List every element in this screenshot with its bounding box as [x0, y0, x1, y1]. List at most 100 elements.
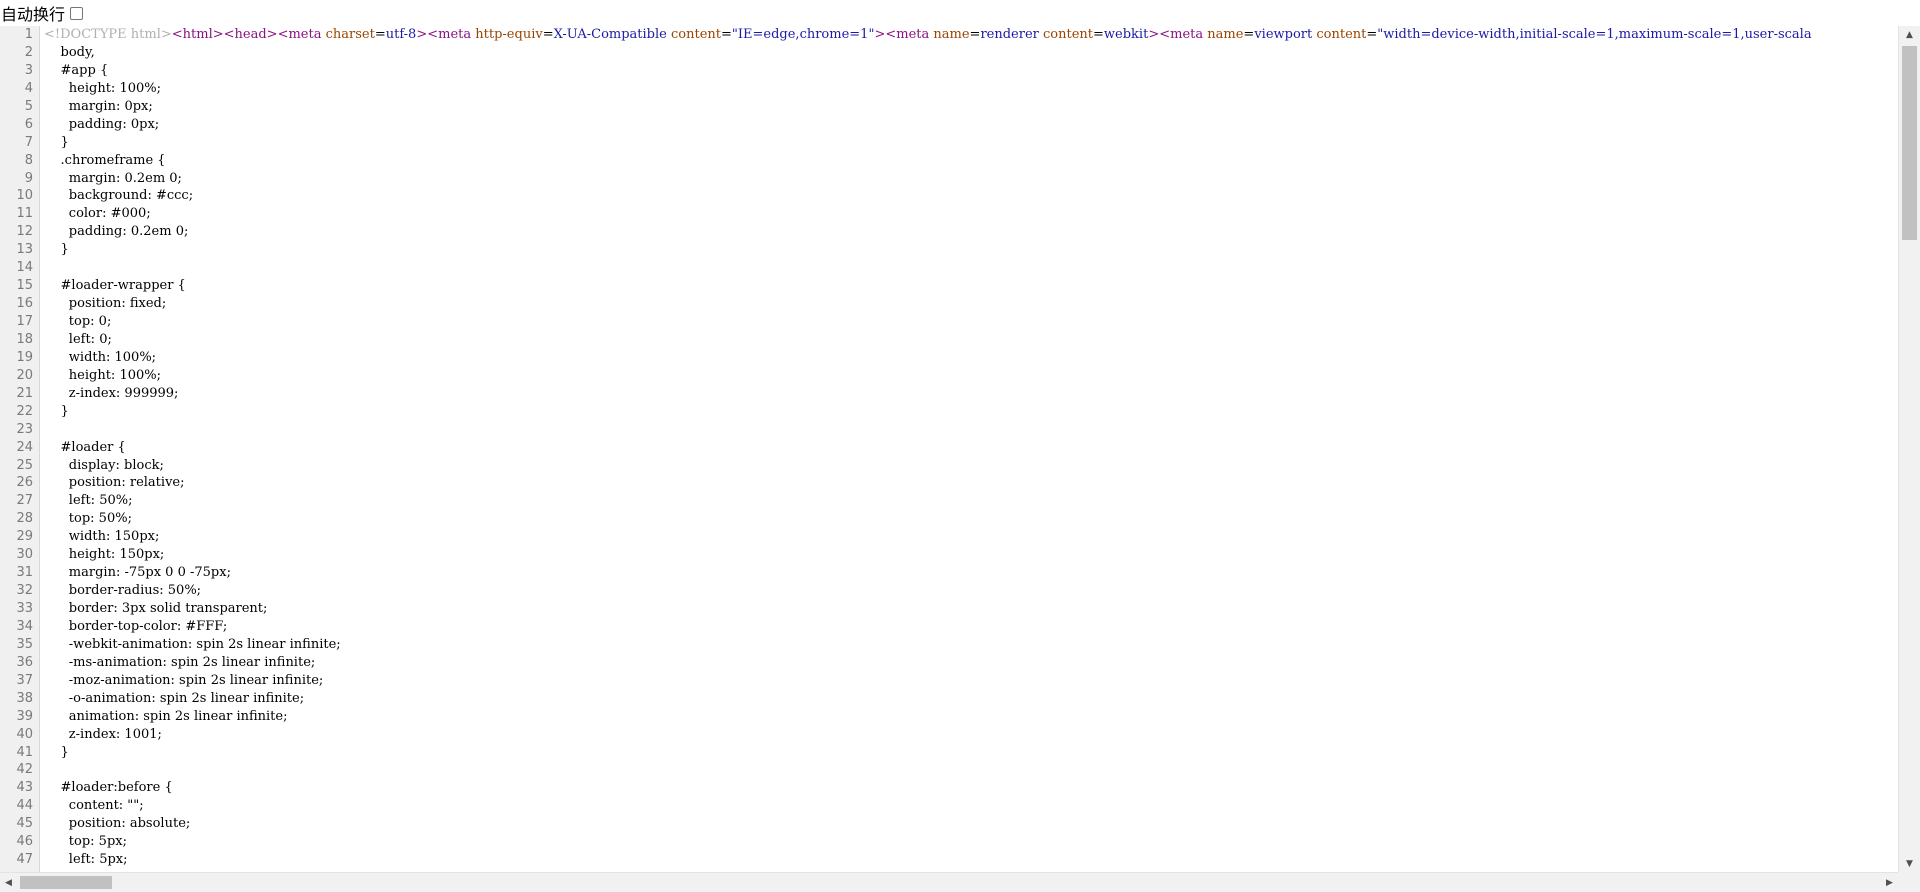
source-line: 47 left: 5px;: [0, 851, 1898, 869]
code-token: <head>: [223, 27, 278, 42]
line-text: height: 100%;: [44, 367, 161, 383]
line-number: 14: [16, 260, 33, 276]
line-number: 45: [16, 816, 33, 832]
line-number: 21: [16, 385, 33, 401]
line-number: 17: [16, 314, 33, 329]
source-line: 32 border-radius: 50%;: [0, 582, 1898, 600]
line-text: }: [44, 242, 69, 258]
line-text: -o-animation: spin 2s linear infinite;: [44, 690, 305, 706]
source-line: 40 z-index: 1001;: [0, 726, 1898, 744]
line-text: border: 3px solid transparent;: [44, 601, 268, 616]
line-number: 23: [16, 421, 33, 437]
word-wrap-checkbox[interactable]: [70, 6, 84, 20]
scroll-left-arrow-icon[interactable]: ◀: [0, 873, 17, 892]
line-number: 20: [16, 367, 33, 383]
line-text: #loader {: [44, 439, 126, 455]
line-number: 47: [16, 852, 33, 868]
line-text: #app {: [44, 62, 109, 78]
line-number: 11: [16, 206, 33, 222]
line-number: 37: [16, 672, 33, 688]
line-number: 29: [16, 529, 33, 545]
line-number: 1: [24, 27, 33, 42]
source-line: 35 -webkit-animation: spin 2s linear inf…: [0, 636, 1898, 654]
line-number: 5: [24, 98, 33, 114]
line-text: color: #000;: [44, 206, 151, 222]
scroll-up-arrow-icon[interactable]: ▲: [1899, 26, 1920, 43]
horizontal-scroll-thumb[interactable]: [20, 876, 112, 889]
line-text: .chromeframe {: [44, 152, 166, 168]
source-line: 36 -ms-animation: spin 2s linear infinit…: [0, 654, 1898, 672]
line-text: margin: 0.2em 0;: [44, 170, 182, 186]
line-text: padding: 0.2em 0;: [44, 224, 189, 240]
line-text: #loader-wrapper {: [44, 278, 186, 294]
code-token: <html>: [171, 27, 224, 42]
scroll-down-arrow-icon[interactable]: ▼: [1899, 855, 1920, 872]
line-number: 10: [16, 188, 33, 204]
code-token: content: [1043, 27, 1093, 42]
source-line: 30 height: 150px;: [0, 546, 1898, 564]
source-line: 7 }: [0, 134, 1898, 152]
source-line: 6 padding: 0px;: [0, 116, 1898, 134]
line-number: 32: [16, 583, 33, 599]
source-line: 4 height: 100%;: [0, 80, 1898, 98]
scroll-right-arrow-icon[interactable]: ▶: [1881, 873, 1898, 892]
line-text: <!DOCTYPE html><html><head><meta charset…: [44, 26, 1812, 44]
scrollbar-corner: [1898, 872, 1920, 892]
source-line: 21 z-index: 999999;: [0, 385, 1898, 403]
line-number: 26: [16, 475, 33, 491]
line-text: border-top-color: #FFF;: [44, 618, 228, 634]
line-number: 42: [16, 762, 33, 778]
line-number: 36: [16, 654, 33, 670]
code-token: utf-8: [385, 27, 417, 42]
source-line: 37 -moz-animation: spin 2s linear infini…: [0, 672, 1898, 690]
source-line: 5 margin: 0px;: [0, 98, 1898, 116]
line-number: 2: [24, 44, 33, 60]
code-token: =: [1093, 27, 1104, 42]
word-wrap-label: 自动换行: [1, 5, 66, 24]
line-text: width: 100%;: [44, 349, 157, 365]
line-number: 39: [16, 708, 33, 724]
source-line: 3 #app {: [0, 62, 1898, 80]
line-text: }: [44, 134, 69, 150]
line-text: content: "";: [44, 798, 144, 814]
code-token: =: [1243, 27, 1255, 42]
code-token: X-UA-Compatible: [553, 27, 667, 42]
vertical-scrollbar[interactable]: ▲ ▼: [1898, 26, 1920, 872]
line-number: 24: [16, 439, 33, 455]
toolbar: 自动换行: [0, 0, 1920, 26]
code-token: <meta: [885, 27, 934, 42]
code-token: =: [374, 27, 386, 42]
source-line: 26 position: relative;: [0, 474, 1898, 492]
line-text: height: 100%;: [44, 80, 161, 96]
vertical-scroll-thumb[interactable]: [1902, 46, 1917, 240]
doctype-token: <!DOCTYPE html>: [44, 27, 172, 42]
line-text: margin: 0px;: [44, 98, 153, 114]
source-line: 22 }: [0, 403, 1898, 421]
source-line: 43 #loader:before {: [0, 779, 1898, 797]
source-line: 27 left: 50%;: [0, 492, 1898, 510]
line-number: 7: [24, 134, 33, 150]
line-number: 33: [16, 601, 33, 616]
horizontal-scrollbar[interactable]: ◀ ▶: [0, 872, 1898, 892]
source-line: 2 body,: [0, 44, 1898, 62]
line-number: 8: [24, 152, 33, 168]
line-text: body,: [44, 44, 95, 60]
line-text: position: fixed;: [44, 296, 167, 312]
line-text: left: 5px;: [44, 852, 128, 868]
source-line: 13 }: [0, 241, 1898, 259]
line-number: 34: [16, 618, 33, 634]
line-number: 6: [24, 116, 33, 132]
line-text: -webkit-animation: spin 2s linear infini…: [44, 636, 341, 652]
source-line: 46 top: 5px;: [0, 833, 1898, 851]
source-line: 39 animation: spin 2s linear infinite;: [0, 708, 1898, 726]
code-token: http-equiv: [475, 27, 543, 42]
source-line: 34 border-top-color: #FFF;: [0, 618, 1898, 636]
line-text: background: #ccc;: [44, 188, 194, 204]
source-line: 44 content: "";: [0, 797, 1898, 815]
line-number: 31: [16, 565, 33, 581]
line-number: 18: [16, 331, 33, 347]
source-line: 9 margin: 0.2em 0;: [0, 170, 1898, 188]
line-text: left: 50%;: [44, 493, 133, 509]
code-token: >: [874, 27, 886, 42]
line-number: 13: [16, 242, 33, 258]
